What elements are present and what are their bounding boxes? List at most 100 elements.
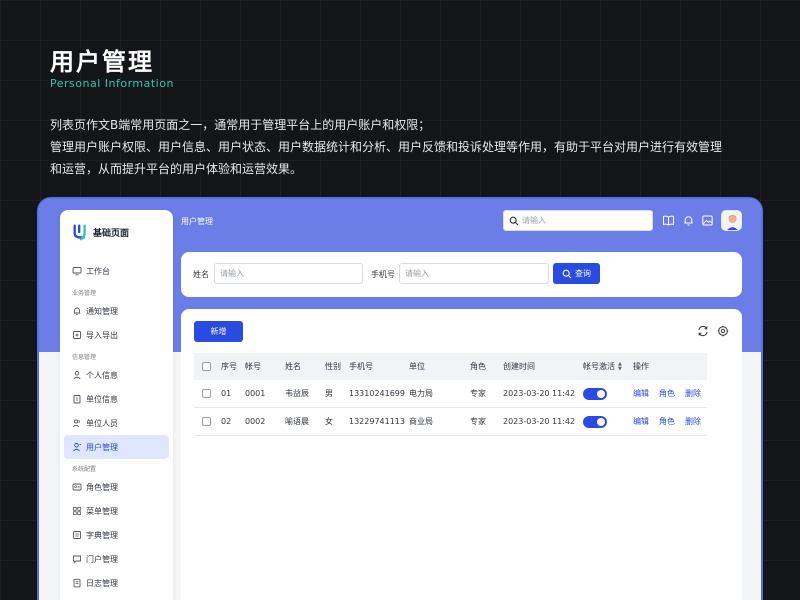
row-actions: 编辑 角色 删除 [633, 408, 711, 435]
sidebar-item-label: 角色管理 [86, 482, 118, 492]
log-icon [73, 578, 81, 588]
app-window: 基础页面 工作台 业务管理 通知管理 导入导出 信息管理 个人信息 单位信息 单… [37, 197, 763, 600]
cell-phone: 13229741113 [349, 417, 405, 426]
col-active[interactable]: 帐号激活 ▲ ▼ [583, 353, 622, 380]
cell-role: 专家 [470, 417, 486, 426]
table-row: 02 0002 喻语晨 女 13229741113 商业局 专家 2023-03… [194, 408, 707, 436]
name-label: 姓名 [193, 270, 209, 279]
sidebar-item-dictionary[interactable]: 字典管理 [64, 523, 169, 547]
phone-input[interactable] [399, 263, 549, 284]
header-search-input[interactable] [522, 216, 642, 225]
id-card-icon [72, 483, 82, 491]
table-panel: 新增 序号 帐号 姓名 性别 手机号 单位 角色 创建时间 帐号激活 ▲ ▼ 操作… [181, 309, 742, 600]
sidebar-item-portal[interactable]: 门户管理 [64, 547, 169, 571]
cell-gender: 女 [325, 417, 333, 426]
dictionary-icon [73, 531, 81, 539]
table-header: 序号 帐号 姓名 性别 手机号 单位 角色 创建时间 帐号激活 ▲ ▼ 操作 [194, 353, 707, 380]
row-actions: 编辑 角色 删除 [633, 380, 711, 407]
cell-phone: 13310241699 [349, 389, 405, 398]
add-button-label: 新增 [210, 327, 227, 336]
sidebar-item-unit-info[interactable]: 单位信息 [64, 387, 169, 411]
page-subtitle: Personal Information [50, 77, 174, 90]
description-line-3: 和运营，从而提升平台的用户体验和运营效果。 [50, 162, 303, 176]
cell-unit: 电力局 [409, 389, 433, 398]
cell-unit: 商业局 [409, 417, 433, 426]
cell-seq: 01 [221, 389, 232, 398]
col-phone: 手机号 [349, 362, 373, 371]
search-icon [509, 216, 519, 225]
book-icon[interactable] [662, 214, 675, 227]
cell-created: 2023-03-20 11:42 [503, 417, 576, 426]
col-created: 创建时间 [503, 362, 535, 371]
cell-created: 2023-03-20 11:42 [503, 389, 576, 398]
settings-icon[interactable] [717, 325, 729, 337]
sidebar-item-import-export[interactable]: 导入导出 [64, 323, 169, 347]
sidebar-item-workbench[interactable]: 工作台 [64, 259, 169, 283]
chat-icon [73, 555, 81, 564]
description-line-2: 管理用户账户权限、用户信息、用户状态、用户数据统计和分析、用户反馈和投诉处理等作… [50, 140, 723, 154]
add-button[interactable]: 新增 [194, 321, 243, 342]
cell-account: 0001 [245, 389, 266, 398]
brand-name: 基础页面 [93, 228, 130, 239]
sidebar-item-role[interactable]: 角色管理 [64, 475, 169, 499]
name-input[interactable] [214, 263, 363, 284]
col-unit: 单位 [409, 362, 425, 371]
query-button[interactable]: 查询 [553, 263, 600, 284]
sidebar-item-log[interactable]: 日志管理 [64, 571, 169, 595]
edit-link[interactable]: 编辑 [633, 388, 649, 399]
cell-gender: 男 [325, 389, 333, 398]
role-link[interactable]: 角色 [659, 388, 675, 399]
delete-link[interactable]: 删除 [685, 388, 701, 399]
row-checkbox[interactable] [202, 380, 211, 407]
filter-panel: 姓名 手机号 查询 [181, 252, 742, 297]
col-name: 姓名 [285, 362, 301, 371]
role-link[interactable]: 角色 [659, 416, 675, 427]
description: 列表页作文B端常用页面之一，通常用于管理平台上的用户账户和权限； 管理用户账户权… [50, 114, 750, 180]
users-icon [72, 419, 80, 428]
sidebar-item-label: 用户管理 [86, 442, 118, 452]
active-toggle[interactable] [583, 408, 607, 435]
sidebar-item-label: 字典管理 [86, 530, 118, 540]
row-checkbox[interactable] [202, 408, 211, 435]
brand-logo-icon [73, 224, 86, 241]
sidebar-item-label: 菜单管理 [86, 506, 118, 516]
avatar-icon [722, 211, 741, 230]
bell-icon [73, 307, 81, 316]
sidebar-item-unit-staff[interactable]: 单位人员 [64, 411, 169, 435]
image-icon[interactable] [701, 214, 714, 227]
import-export-icon [73, 331, 81, 339]
delete-link[interactable]: 删除 [685, 416, 701, 427]
query-button-label: 查询 [575, 269, 591, 278]
table-row: 01 0001 韦益辰 男 13310241699 电力局 专家 2023-03… [194, 380, 707, 408]
col-account: 帐号 [245, 362, 261, 371]
sidebar-item-label: 个人信息 [86, 370, 118, 380]
page-title: 用户管理 [50, 48, 154, 76]
avatar[interactable] [721, 210, 742, 231]
description-line-1: 列表页作文B端常用页面之一，通常用于管理平台上的用户账户和权限； [50, 118, 431, 132]
user-icon [73, 371, 81, 380]
sort-icon[interactable]: ▲ ▼ [618, 361, 622, 372]
sidebar-group-info: 信息管理 [72, 354, 97, 361]
sidebar-item-label: 单位信息 [86, 394, 118, 404]
monitor-icon [72, 267, 82, 276]
cell-name: 喻语晨 [285, 417, 309, 426]
cell-seq: 02 [221, 417, 232, 426]
bell-icon[interactable] [682, 214, 695, 227]
sidebar-item-personal-info[interactable]: 个人信息 [64, 363, 169, 387]
edit-link[interactable]: 编辑 [633, 416, 649, 427]
brand[interactable]: 基础页面 [72, 222, 129, 242]
breadcrumb: 用户管理 [181, 217, 213, 226]
select-all-checkbox[interactable] [202, 353, 211, 380]
sidebar-item-menu[interactable]: 菜单管理 [64, 499, 169, 523]
col-role: 角色 [470, 362, 486, 371]
sidebar-item-notice[interactable]: 通知管理 [64, 299, 169, 323]
sidebar-group-system: 系统配置 [72, 466, 97, 473]
search-icon [562, 269, 572, 278]
header-search[interactable] [503, 210, 653, 231]
refresh-icon[interactable] [697, 325, 709, 337]
cell-account: 0002 [245, 417, 266, 426]
sidebar-group-business: 业务管理 [72, 290, 97, 297]
phone-label: 手机号 [371, 270, 395, 279]
sidebar-item-user-management[interactable]: 用户管理 [64, 435, 169, 459]
active-toggle[interactable] [583, 380, 607, 407]
